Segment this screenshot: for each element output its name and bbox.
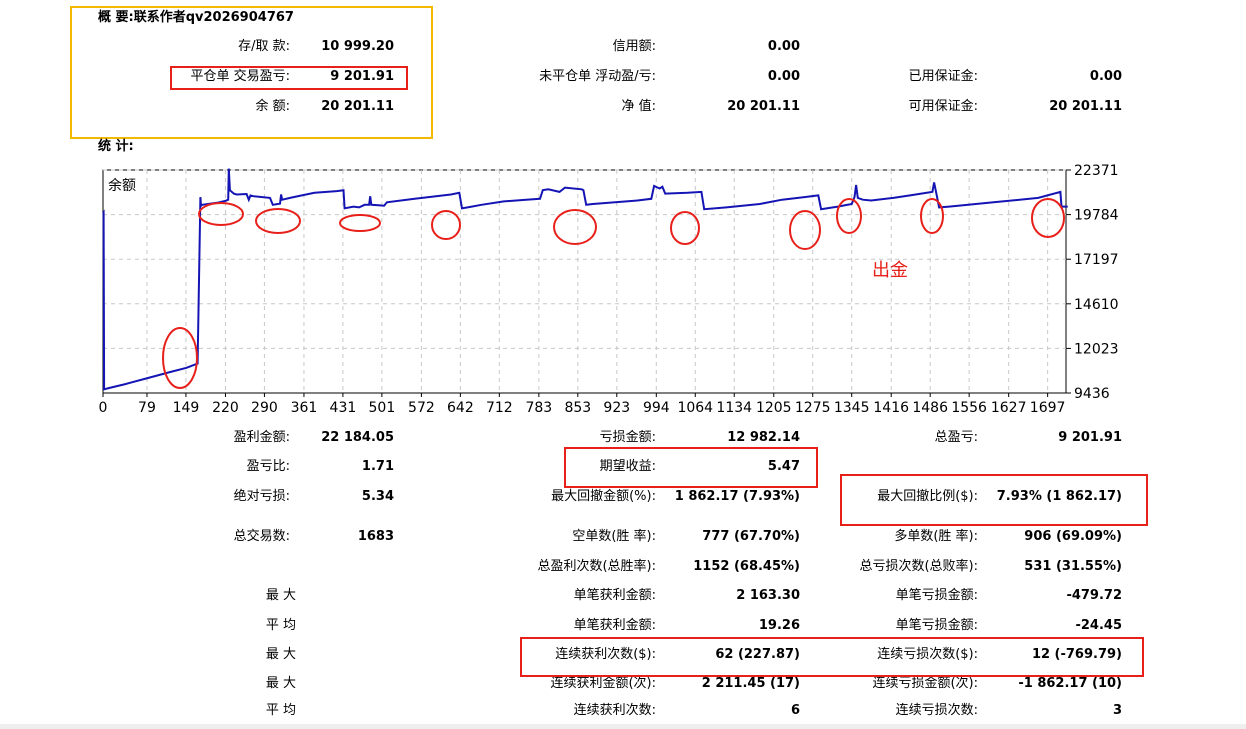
max-consec-loss-amount-label: 连续亏损金额(次):: [872, 676, 978, 691]
avg-consec-losses-label: 连续亏损次数:: [895, 703, 978, 718]
loss-trades-label: 总亏损次数(总败率):: [859, 559, 978, 574]
avg-win-value: 19.26: [758, 618, 800, 633]
gross-loss-value: 12 982.14: [727, 430, 800, 445]
largest-loss-value: -479.72: [1066, 588, 1122, 603]
chart-xlabel: 1627: [991, 400, 1027, 416]
chart-xlabel: 1134: [716, 400, 752, 416]
gross-loss-label: 亏损金额:: [599, 430, 656, 445]
gross-profit-label: 盈利金额:: [233, 430, 290, 445]
total-pl-value: 9 201.91: [1058, 430, 1122, 445]
total-trades-label: 总交易数:: [233, 529, 290, 544]
chart-xlabel: 501: [369, 400, 396, 416]
short-trades-label: 空单数(胜 率):: [572, 529, 656, 544]
row-max-label: 最 大: [265, 588, 296, 603]
chart-ylabel: 9436: [1074, 386, 1110, 402]
chart-xlabel: 1556: [951, 400, 987, 416]
avg-win-label: 单笔获利金额:: [573, 618, 656, 633]
bottom-divider: [0, 724, 1246, 729]
max-dd-percent-highlight-box: [840, 474, 1148, 526]
chart-xlabel: 1205: [756, 400, 792, 416]
chart-frame: [102, 169, 1067, 394]
max-dd-amount-value: 1 862.17 (7.93%): [674, 489, 800, 504]
chart-xlabel: 0: [99, 400, 108, 416]
max-consec-profit-label: 连续获利金额(次):: [550, 676, 656, 691]
short-trades-value: 777 (67.70%): [702, 529, 800, 544]
profit-factor-label: 盈亏比:: [246, 459, 290, 474]
chart-xlabel: 1064: [677, 400, 713, 416]
chart-xlabel: 994: [643, 400, 670, 416]
withdrawal-annotation: 出金: [872, 260, 908, 281]
absolute-dd-label: 绝对亏损:: [233, 489, 290, 504]
chart-xlabel: 1697: [1030, 400, 1066, 416]
chart-ylabel: 14610: [1074, 297, 1119, 313]
row-max-consec-amount-label: 最 大: [265, 676, 296, 691]
avg-consec-wins-value: 6: [790, 703, 800, 718]
chart-xlabel: 220: [212, 400, 239, 416]
loss-trades-value: 531 (31.55%): [1024, 559, 1122, 574]
chart-xlabel: 1345: [834, 400, 870, 416]
chart-xlabel: 712: [486, 400, 513, 416]
largest-loss-label: 单笔亏损金额:: [895, 588, 978, 603]
absolute-dd-value: 5.34: [361, 489, 394, 504]
row-max-consec-label: 最 大: [265, 647, 296, 662]
chart-ylabel: 19784: [1074, 208, 1119, 224]
gross-profit-value: 22 184.05: [321, 430, 394, 445]
expected-payoff-highlight-box: [564, 447, 818, 488]
long-trades-label: 多单数(胜 率):: [894, 529, 978, 544]
balance-chart: 22371 19784 17197 14610 12023 9436 0 79 149 220 29…: [99, 163, 1119, 416]
consecutive-highlight-box: [520, 637, 1144, 677]
chart-xlabel: 1486: [912, 400, 948, 416]
chart-xlabel: 1275: [795, 400, 831, 416]
total-pl-label: 总盈亏:: [934, 430, 978, 445]
avg-loss-label: 单笔亏损金额:: [895, 618, 978, 633]
chart-xlabel: 1416: [873, 400, 909, 416]
largest-win-label: 单笔获利金额:: [573, 588, 656, 603]
max-consec-loss-amount-value: -1 862.17 (10): [1018, 676, 1122, 691]
chart-legend: 余额: [108, 177, 136, 194]
total-trades-value: 1683: [357, 529, 394, 544]
chart-xlabel: 431: [330, 400, 357, 416]
long-trades-value: 906 (69.09%): [1024, 529, 1122, 544]
chart-xlabel: 783: [525, 400, 552, 416]
win-trades-label: 总盈利次数(总胜率):: [537, 559, 656, 574]
max-dd-amount-label: 最大回撤金额(%):: [551, 489, 656, 504]
largest-win-value: 2 163.30: [736, 588, 800, 603]
avg-consec-losses-value: 3: [1112, 703, 1122, 718]
chart-xlabel: 853: [564, 400, 591, 416]
chart-xlabel: 572: [408, 400, 435, 416]
row-avg-consec-label: 平 均: [265, 703, 296, 718]
chart-xlabel: 79: [138, 400, 156, 416]
chart-xlabel: 361: [291, 400, 318, 416]
chart-xlabel: 149: [173, 400, 200, 416]
max-consec-profit-value: 2 211.45 (17): [701, 676, 800, 691]
chart-xlabel: 923: [603, 400, 630, 416]
chart-ylabel: 22371: [1074, 163, 1119, 179]
chart-xlabel: 290: [251, 400, 278, 416]
profit-factor-value: 1.71: [361, 459, 394, 474]
chart-ylabel: 17197: [1074, 252, 1119, 268]
row-avg-label: 平 均: [265, 618, 296, 633]
chart-xlabel: 642: [447, 400, 474, 416]
avg-consec-wins-label: 连续获利次数:: [573, 703, 656, 718]
chart-ylabel: 12023: [1074, 341, 1119, 357]
win-trades-value: 1152 (68.45%): [693, 559, 800, 574]
avg-loss-value: -24.45: [1075, 618, 1122, 633]
